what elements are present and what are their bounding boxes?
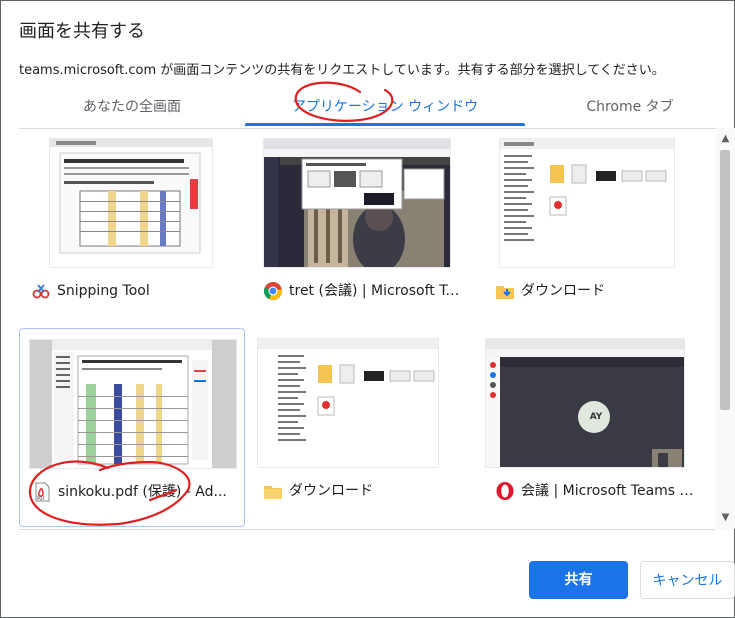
window-thumbnail: [49, 138, 213, 268]
tab-bar: あなたの全画面 アプリケーション ウィンドウ Chrome タブ: [19, 88, 735, 129]
window-label: tret (会議) | Microsoft Tea...: [263, 281, 463, 301]
dialog-title: 画面を共有する: [19, 21, 145, 42]
window-label: ダウンロード: [263, 481, 463, 501]
svg-text:PDF: PDF: [37, 496, 45, 501]
share-button[interactable]: 共有: [529, 561, 628, 599]
chrome-icon: [263, 281, 283, 301]
opera-icon: [495, 481, 515, 501]
window-tile-chrome-teams[interactable]: tret (会議) | Microsoft Tea...: [251, 128, 477, 327]
window-grid: Snipping Tool tret (会議) | Microsoft Tea.…: [19, 128, 715, 530]
cancel-button[interactable]: キャンセル: [640, 561, 735, 599]
window-tile-downloads[interactable]: ダウンロード: [483, 128, 709, 327]
tab-entire-screen[interactable]: あなたの全画面: [19, 88, 245, 127]
window-tile-snipping-tool[interactable]: Snipping Tool: [19, 128, 245, 327]
tab-application-window[interactable]: アプリケーション ウィンドウ: [245, 88, 525, 127]
scrollbar-thumb[interactable]: [720, 150, 730, 410]
participant-avatar-initials: AY: [589, 412, 603, 422]
folder-icon: [263, 481, 283, 501]
window-label: 会議 | Microsoft Teams -...: [495, 481, 695, 501]
vertical-scrollbar[interactable]: ▲ ▼: [716, 128, 735, 529]
scroll-down-icon[interactable]: ▼: [716, 511, 735, 525]
window-label: Snipping Tool: [31, 281, 231, 301]
window-tile-sinkoku-pdf[interactable]: PDF sinkoku.pdf (保護) - Ad...: [19, 328, 245, 527]
window-thumbnail: [499, 138, 675, 268]
downloads-folder-icon: [495, 281, 515, 301]
window-tile-opera-teams[interactable]: AY 会議 | Microsoft Teams -...: [483, 328, 709, 527]
active-tab-indicator: [245, 123, 525, 126]
window-thumbnail: [29, 339, 237, 469]
window-label: ダウンロード: [495, 281, 695, 301]
dialog-description: teams.microsoft.com が画面コンテンツの共有をリクエストしてい…: [19, 63, 665, 78]
tab-chrome-tab[interactable]: Chrome タブ: [525, 88, 735, 127]
snipping-tool-icon: [31, 281, 51, 301]
window-tile-downloads-2[interactable]: ダウンロード: [251, 328, 477, 527]
window-thumbnail: AY: [485, 338, 685, 468]
window-label: PDF sinkoku.pdf (保護) - Ad...: [32, 482, 232, 502]
pdf-file-icon: PDF: [32, 482, 52, 502]
scroll-up-icon[interactable]: ▲: [716, 132, 735, 146]
window-thumbnail: [257, 338, 439, 468]
window-thumbnail: [263, 138, 451, 268]
